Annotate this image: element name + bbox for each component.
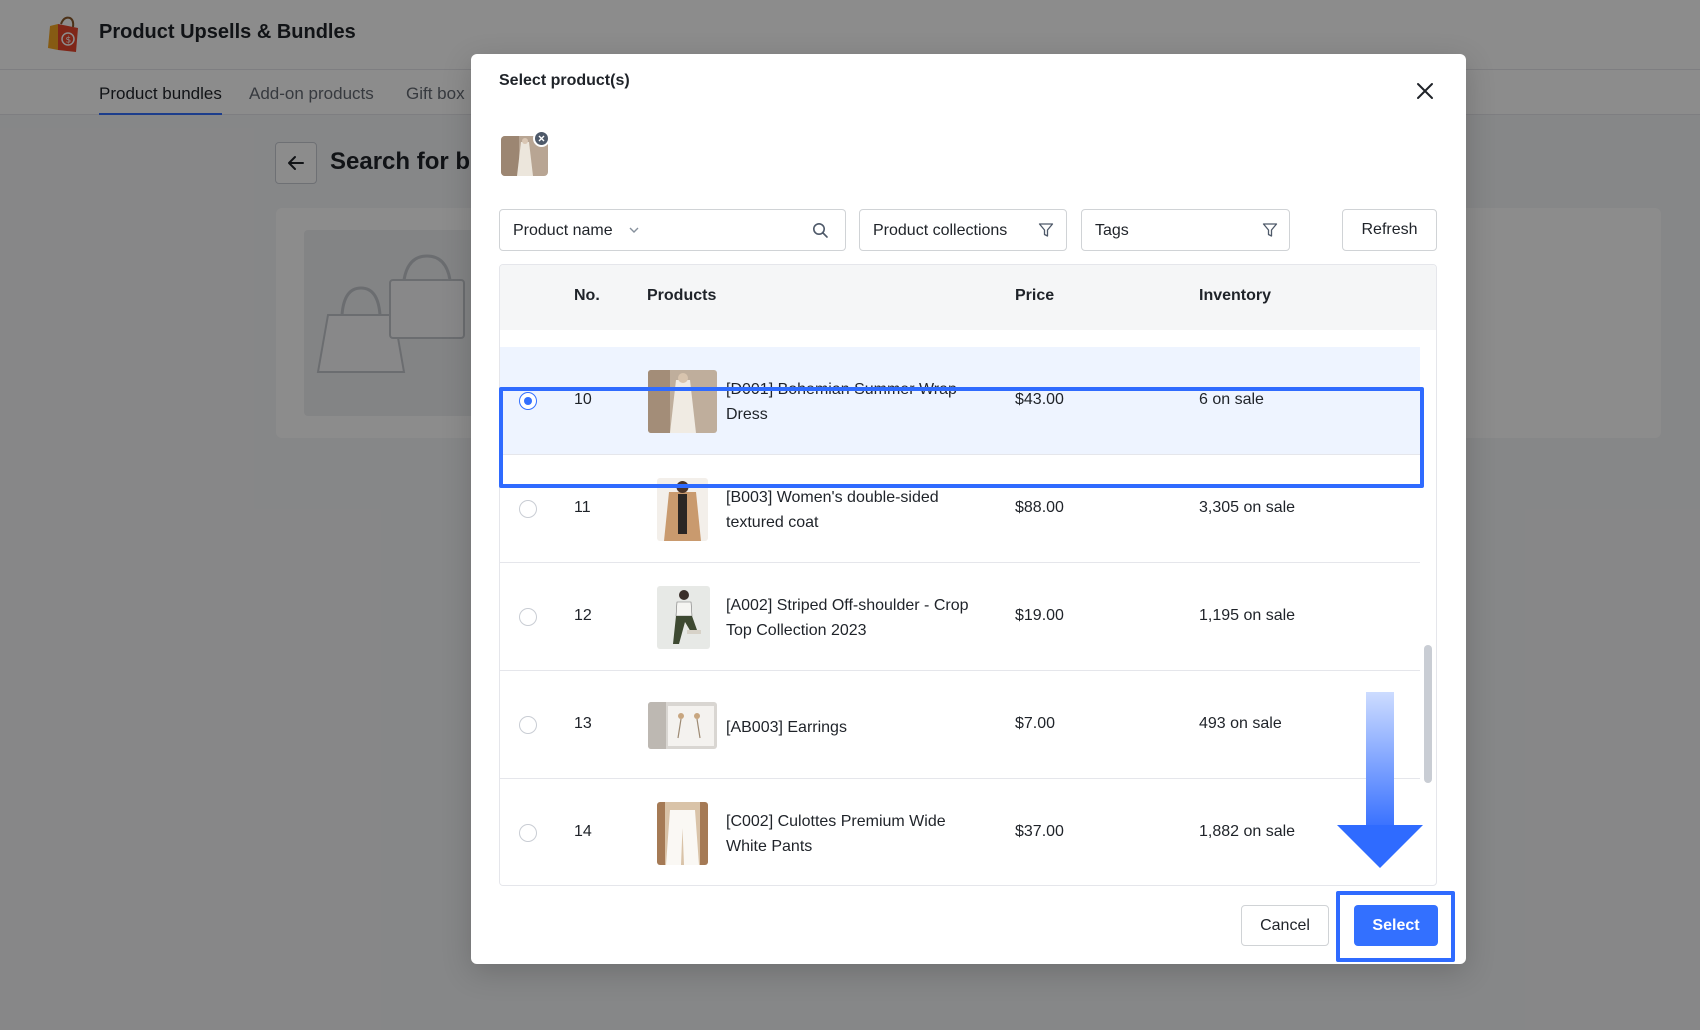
dress-photo-icon: [648, 370, 717, 433]
row-radio[interactable]: [519, 392, 537, 410]
table-row[interactable]: 14 [C002] Culottes Premium Wide White Pa…: [500, 779, 1420, 885]
product-inventory: 6 on sale: [1199, 391, 1264, 408]
remove-selected-product-button[interactable]: [533, 130, 550, 147]
select-products-modal: Select product(s) Product name Product c…: [471, 54, 1466, 964]
product-thumbnail: [657, 802, 708, 865]
products-table: No. Products Price Inventory 10 [D001] B…: [499, 264, 1437, 886]
product-name: [C002] Culottes Premium Wide White Pants: [726, 813, 946, 855]
row-radio[interactable]: [519, 824, 537, 842]
tags-label: Tags: [1095, 222, 1129, 239]
product-collections-filter[interactable]: Product collections: [859, 209, 1067, 251]
table-header: No. Products Price Inventory: [500, 265, 1436, 330]
search-field-select-value: Product name: [513, 222, 613, 239]
tags-filter[interactable]: Tags: [1081, 209, 1290, 251]
product-thumbnail: [657, 478, 708, 541]
row-radio[interactable]: [519, 716, 537, 734]
row-radio[interactable]: [519, 500, 537, 518]
product-search-input[interactable]: [661, 218, 801, 242]
column-header-no: No.: [574, 287, 600, 304]
close-icon: [1417, 83, 1433, 99]
down-arrow-head-icon: [1337, 825, 1423, 868]
crop-top-photo-icon: [657, 586, 710, 649]
product-price: $19.00: [1015, 607, 1064, 624]
filter-funnel-icon: [1038, 223, 1054, 237]
table-row[interactable]: 13 [AB003] Earrings $7.00 493 on sale: [500, 671, 1420, 779]
coat-photo-icon: [657, 478, 708, 541]
pants-photo-icon: [657, 802, 708, 865]
filter-funnel-icon: [1262, 223, 1278, 237]
product-inventory: 493 on sale: [1199, 715, 1282, 732]
product-collections-label: Product collections: [873, 222, 1008, 239]
row-number: 11: [574, 499, 591, 516]
close-button[interactable]: [1410, 76, 1440, 106]
product-name: [D001] Bohemian Summer Wrap Dress: [726, 381, 957, 423]
column-header-price: Price: [1015, 287, 1055, 304]
product-thumbnail: [657, 586, 710, 649]
cancel-button[interactable]: Cancel: [1241, 905, 1329, 946]
row-number: 12: [574, 607, 592, 624]
row-number: 14: [574, 823, 592, 840]
product-thumbnail: [648, 702, 717, 749]
row-number: 13: [574, 715, 592, 732]
modal-title: Select product(s): [499, 72, 630, 89]
refresh-button[interactable]: Refresh: [1342, 209, 1437, 251]
product-search-box: [651, 209, 846, 251]
row-radio[interactable]: [519, 608, 537, 626]
chevron-down-icon: [629, 227, 639, 233]
product-inventory: 3,305 on sale: [1199, 499, 1296, 516]
product-name: [A002] Striped Off-shoulder - Crop Top C…: [726, 597, 969, 639]
table-row[interactable]: 12 [A002] Striped Off-shoulder - Crop To…: [500, 563, 1420, 671]
table-scrollbar[interactable]: [1424, 645, 1432, 783]
down-arrow-annotation-icon: [1366, 692, 1394, 826]
remove-badge-icon: [538, 135, 545, 142]
earrings-photo-icon: [648, 702, 717, 749]
table-row[interactable]: 10 [D001] Bohemian Summer Wrap Dress $43…: [500, 347, 1420, 455]
table-row[interactable]: 11 [B003] Women's double-sided textured …: [500, 455, 1420, 563]
column-header-inventory: Inventory: [1199, 287, 1272, 304]
product-thumbnail: [648, 370, 717, 433]
search-field-select[interactable]: Product name: [499, 209, 652, 251]
product-price: $88.00: [1015, 499, 1064, 516]
select-button[interactable]: Select: [1354, 905, 1438, 946]
product-name: [AB003] Earrings: [726, 719, 847, 736]
row-number: 10: [574, 391, 592, 408]
product-price: $37.00: [1015, 823, 1064, 840]
search-icon[interactable]: [812, 222, 829, 239]
column-header-products: Products: [647, 287, 717, 304]
product-inventory: 1,882 on sale: [1199, 823, 1296, 840]
product-name: [B003] Women's double-sided textured coa…: [726, 489, 939, 531]
product-price: $43.00: [1015, 391, 1064, 408]
product-price: $7.00: [1015, 715, 1056, 732]
product-inventory: 1,195 on sale: [1199, 607, 1296, 624]
